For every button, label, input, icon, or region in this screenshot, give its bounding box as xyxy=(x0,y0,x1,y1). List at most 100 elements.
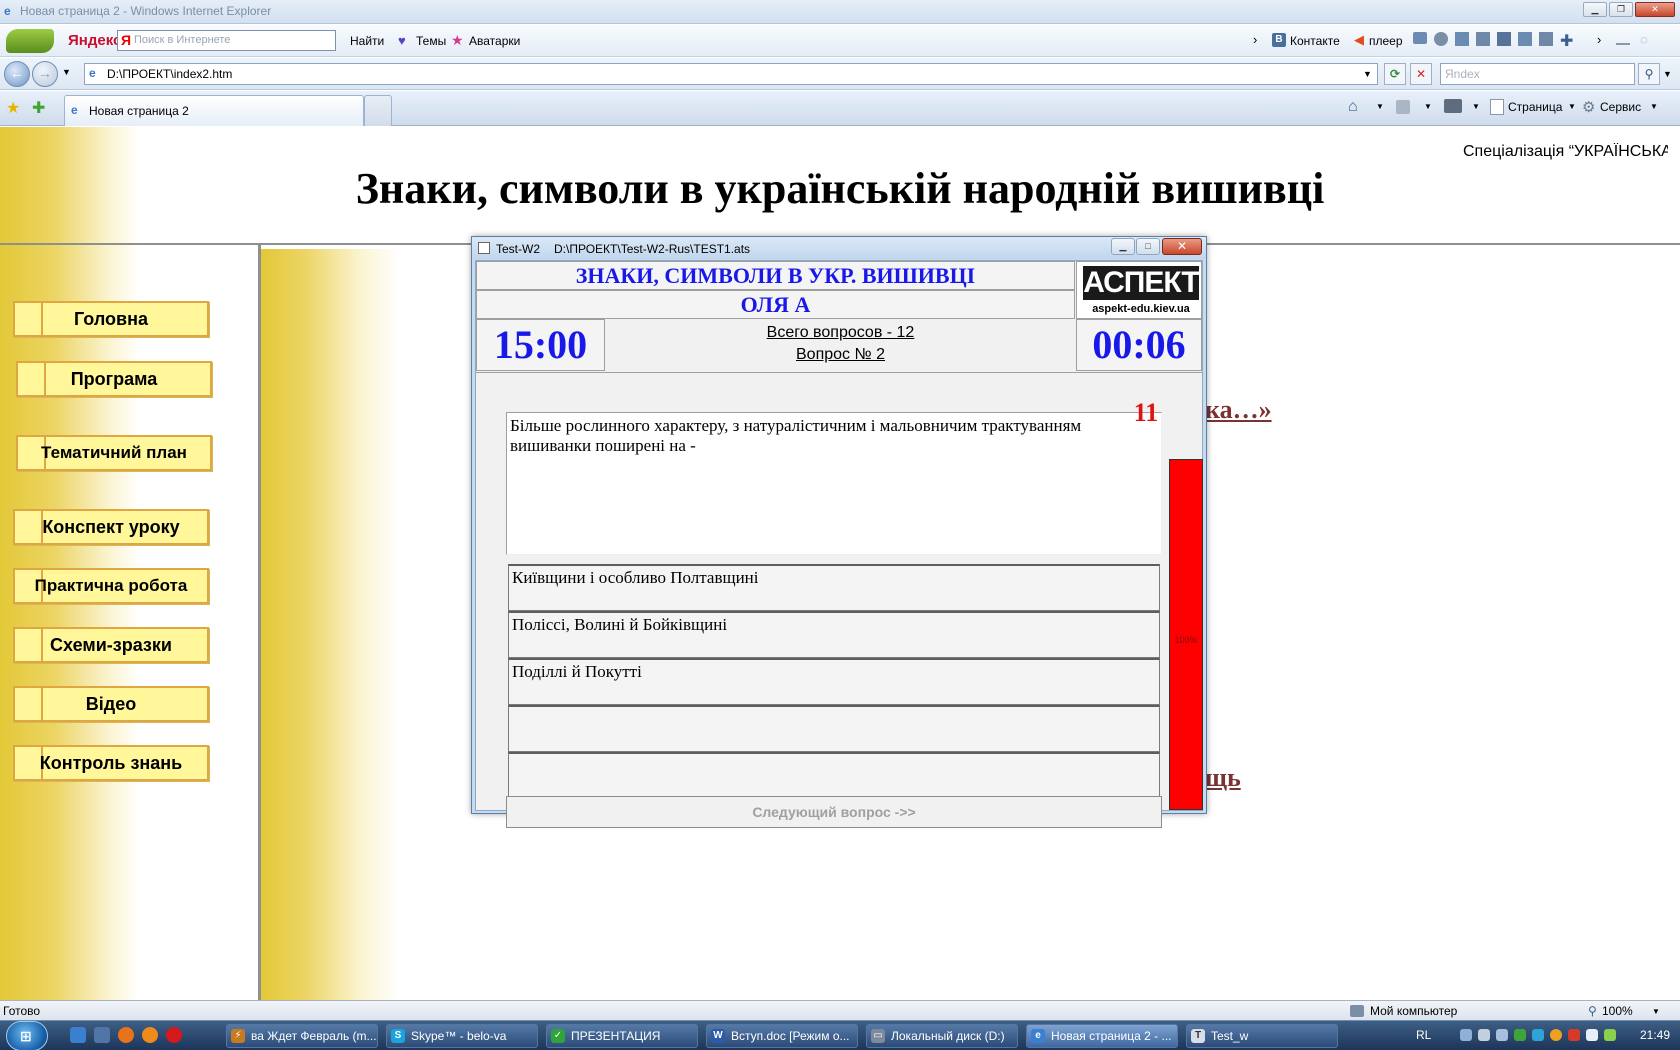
task-item-5[interactable]: ▭ Локальный диск (D:) xyxy=(866,1024,1018,1048)
tray-icon-5[interactable] xyxy=(1532,1029,1544,1041)
forward-icon[interactable]: → xyxy=(32,61,58,87)
tray-icon-8[interactable] xyxy=(1586,1029,1598,1041)
next-question-button[interactable]: Следующий вопрос ->> xyxy=(506,796,1162,828)
refresh-icon[interactable]: ⟳ xyxy=(1384,63,1406,85)
history-dropdown-icon[interactable]: ▼ xyxy=(62,67,71,77)
feeds-dropdown-icon[interactable]: ▼ xyxy=(1424,102,1432,111)
menu-patterns[interactable]: Схеми-зразки xyxy=(13,627,209,663)
computer-icon xyxy=(1350,1005,1364,1017)
yandex-search-input[interactable]: Я Поиск в Интернете xyxy=(117,30,336,51)
tray-icon-7[interactable] xyxy=(1568,1029,1580,1041)
content-link-1[interactable]: ка…» xyxy=(1205,395,1272,425)
address-input[interactable]: D:\ПРОЕКТ\index2.htm xyxy=(107,67,232,81)
zoom-dropdown-icon[interactable]: ▼ xyxy=(1652,1007,1660,1016)
player-button[interactable]: плеер xyxy=(1369,34,1403,48)
search-icon[interactable]: ⚲ xyxy=(1638,63,1660,85)
menu-video[interactable]: Відео xyxy=(13,686,209,722)
tray-icon-3[interactable] xyxy=(1496,1029,1508,1041)
favorites-star-icon[interactable]: ★ xyxy=(6,98,20,118)
chevron-right-icon-2[interactable]: › xyxy=(1597,32,1601,47)
themes-button[interactable]: Темы xyxy=(416,34,446,48)
task-label-5: Локальный диск (D:) xyxy=(891,1029,1005,1043)
close-button[interactable]: ✕ xyxy=(1635,2,1675,17)
search-dropdown-icon[interactable]: ▼ xyxy=(1663,69,1672,79)
add-favorite-icon[interactable]: ✚ xyxy=(32,98,45,118)
question-number: Вопрос № 2 xyxy=(796,346,885,363)
menu-practical-work[interactable]: Практична робота xyxy=(13,568,209,604)
minimize-button[interactable]: ▁ xyxy=(1583,2,1607,17)
avatars-button[interactable]: Аватарки xyxy=(469,34,520,48)
tray-icon-6[interactable] xyxy=(1550,1029,1562,1041)
language-indicator[interactable]: RL xyxy=(1416,1028,1431,1042)
menu-thematic-plan[interactable]: Тематичний план xyxy=(16,435,212,471)
back-icon[interactable]: ← xyxy=(4,61,30,87)
quicklaunch-ie-icon[interactable] xyxy=(70,1027,86,1043)
restore-button[interactable]: ❐ xyxy=(1609,2,1633,17)
menu-home[interactable]: Головна xyxy=(13,301,209,337)
content-link-2[interactable]: щь xyxy=(1205,763,1241,793)
doc-icon[interactable] xyxy=(1539,32,1553,46)
book-icon[interactable] xyxy=(1476,32,1490,46)
task-item-2[interactable]: S Skype™ - belo-va xyxy=(386,1024,538,1048)
search-box[interactable]: Яndex xyxy=(1440,63,1635,85)
news-icon[interactable] xyxy=(1518,32,1532,46)
yandex-logo: Яндекс xyxy=(68,32,122,49)
task-item-1[interactable]: ⚡ ва Ждет Февраль (m... xyxy=(226,1024,378,1048)
feeds-icon[interactable] xyxy=(1396,100,1410,114)
user-icon[interactable] xyxy=(1434,32,1448,46)
menu-lesson-notes[interactable]: Конспект уроку xyxy=(13,509,209,545)
quicklaunch-browser-icon[interactable] xyxy=(142,1027,158,1043)
home-icon[interactable]: ⌂ xyxy=(1348,98,1358,116)
navigation-bar: ← → ▼ e D:\ПРОЕКТ\index2.htm ▼ ⟳ ✕ Яndex… xyxy=(0,58,1680,90)
quicklaunch-opera-icon[interactable] xyxy=(166,1027,182,1043)
dialog-minimize-button[interactable]: ▁ xyxy=(1111,238,1135,255)
vkontakte-button[interactable]: Контакте xyxy=(1290,34,1340,48)
address-bar[interactable]: e D:\ПРОЕКТ\index2.htm ▼ xyxy=(84,63,1378,85)
clock[interactable]: 21:49 xyxy=(1640,1028,1670,1042)
menu-knowledge-check[interactable]: Контроль знань xyxy=(13,745,209,781)
task-item-4[interactable]: W Вступ.doc [Режим о... xyxy=(706,1024,858,1048)
zoom-level[interactable]: 100% xyxy=(1602,1004,1633,1018)
answer-option-2[interactable]: Поліссі, Волині й Бойківщині xyxy=(508,611,1160,658)
home-small-icon[interactable] xyxy=(1455,32,1469,46)
print-icon[interactable] xyxy=(1444,99,1462,113)
answer-option-5[interactable] xyxy=(508,752,1160,799)
task-item-3[interactable]: ✓ ПРЕЗЕНТАЦИЯ xyxy=(546,1024,698,1048)
stop-icon[interactable]: ✕ xyxy=(1410,63,1432,85)
answer-option-4[interactable] xyxy=(508,705,1160,752)
tools-dropdown-icon[interactable]: ▼ xyxy=(1650,102,1658,111)
print-dropdown-icon[interactable]: ▼ xyxy=(1472,102,1480,111)
quicklaunch-desktop-icon[interactable] xyxy=(94,1027,110,1043)
yandex-lizard-icon[interactable] xyxy=(6,29,54,53)
tab-active[interactable]: e Новая страница 2 xyxy=(64,95,364,126)
task-item-6[interactable]: e Новая страница 2 - ... xyxy=(1026,1024,1178,1048)
total-time-box: 15:00 xyxy=(476,319,605,371)
mail-icon[interactable] xyxy=(1413,32,1427,44)
plus-icon[interactable]: ✚ xyxy=(1560,31,1573,51)
start-button[interactable]: ⊞ xyxy=(6,1021,48,1050)
menu-program[interactable]: Програма xyxy=(16,361,212,397)
new-tab-button[interactable] xyxy=(364,95,392,126)
quicklaunch-firefox-icon[interactable] xyxy=(118,1027,134,1043)
dialog-close-button[interactable]: ✕ xyxy=(1162,238,1202,255)
tray-icon-2[interactable] xyxy=(1478,1029,1490,1041)
chat-icon[interactable]: ◌ xyxy=(1640,32,1648,47)
home-dropdown-icon[interactable]: ▼ xyxy=(1376,102,1384,111)
address-dropdown-icon[interactable]: ▼ xyxy=(1363,69,1372,79)
answer-option-1[interactable]: Київщини і особливо Полтавщині xyxy=(508,564,1160,611)
chevron-right-icon[interactable]: › xyxy=(1253,32,1257,47)
tray-icon-1[interactable] xyxy=(1460,1029,1472,1041)
page-menu-dropdown-icon[interactable]: ▼ xyxy=(1568,102,1576,111)
tools-menu-button[interactable]: Сервис xyxy=(1600,100,1641,114)
tray-icon-4[interactable] xyxy=(1514,1029,1526,1041)
yandex-find-button[interactable]: Найти xyxy=(350,34,384,48)
network-icon[interactable] xyxy=(1604,1029,1616,1041)
dialog-divider xyxy=(476,372,1202,373)
task-label-7: Test_w xyxy=(1211,1029,1249,1043)
dialog-app-name: Test-W2 xyxy=(496,242,541,256)
photo-icon[interactable] xyxy=(1497,32,1511,46)
page-menu-button[interactable]: Страница xyxy=(1508,100,1562,114)
task-item-7[interactable]: T Test_w xyxy=(1186,1024,1338,1048)
answer-option-3[interactable]: Поділлі й Покутті xyxy=(508,658,1160,705)
dialog-maximize-button[interactable]: □ xyxy=(1136,238,1160,255)
